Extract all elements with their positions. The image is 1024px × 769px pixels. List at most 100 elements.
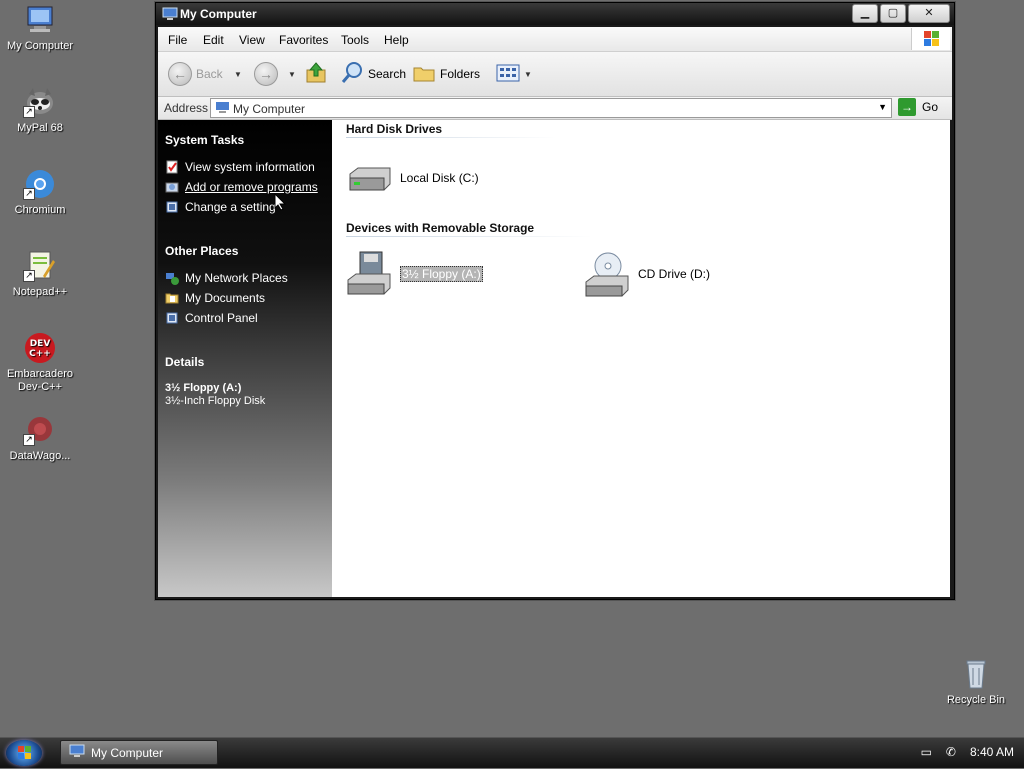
computer-icon [162,7,178,21]
window-title: My Computer [180,7,257,21]
task-add-remove-programs[interactable]: Add or remove programs [165,180,318,194]
start-button[interactable] [6,740,42,766]
cd-drive-icon [584,250,632,298]
drive-label: 3½ Floppy (A:) [400,266,483,282]
drive-local-disk-c[interactable]: Local Disk (C:) [346,154,479,202]
up-button[interactable] [304,61,328,88]
task-pane: System Tasks View system information Add… [158,120,332,597]
forward-dropdown-icon[interactable]: ▼ [288,62,296,86]
add-remove-programs-icon [165,180,179,194]
floppy-drive-icon [346,250,394,298]
close-button[interactable]: ✕ [908,4,950,23]
taskbar-button-label: My Computer [91,745,164,760]
taskbar: My Computer ▭ ✆ 8:40 AM [0,737,1024,768]
desktop-icon-label: My Computer [6,40,74,52]
desktop-icon-chromium[interactable]: ↗ Chromium [0,168,80,217]
toolbar: ← Back ▼ → ▼ Search Folders ▼ [158,52,952,97]
drive-floppy-a[interactable]: 3½ Floppy (A:) [346,250,483,298]
title-bar[interactable]: My Computer ▁ ▢ ✕ [156,3,954,25]
search-label: Search [368,67,407,81]
folder-up-icon [304,61,328,88]
views-button[interactable]: ▼ [496,62,532,86]
shortcut-arrow-icon: ↗ [23,106,35,118]
address-value: My Computer [233,102,306,116]
address-bar: Address My Computer ▼ → Go [158,97,952,120]
go-arrow-icon: → [898,98,916,116]
shortcut-arrow-icon: ↗ [23,188,35,200]
shortcut-arrow-icon: ↗ [23,434,35,446]
forward-arrow-icon: → [254,62,278,86]
go-label: Go [922,100,939,114]
menu-help[interactable]: Help [384,33,409,47]
desktop-icon-my-computer[interactable]: My Computer [0,4,80,53]
folders-icon [412,61,436,88]
place-my-documents[interactable]: My Documents [165,291,265,305]
desktop-icon-label: Notepad++ [12,286,68,298]
search-button[interactable]: Search [340,61,407,86]
my-documents-folder-icon [165,291,179,305]
address-input[interactable]: My Computer ▼ [210,98,892,118]
svg-text:C++: C++ [29,349,51,359]
back-dropdown-icon[interactable]: ▼ [234,62,242,86]
desktop-icon-label: Recycle Bin [946,694,1006,706]
drive-cd-d[interactable]: CD Drive (D:) [584,250,710,298]
system-info-icon [165,160,179,174]
recycle-bin-icon [959,658,993,690]
desktop-icon-mypal[interactable]: ↗ MyPal 68 [0,86,80,135]
system-tray: ▭ ✆ 8:40 AM [921,745,1014,759]
place-my-network-places[interactable]: My Network Places [165,271,288,285]
minimize-button[interactable]: ▁ [852,4,878,23]
devcpp-icon: DEV C++ [23,332,57,364]
desktop-icon-label: Chromium [14,204,66,216]
group-heading-removable-storage: Devices with Removable Storage [346,221,535,235]
drive-label: Local Disk (C:) [400,171,479,185]
menu-favorites[interactable]: Favorites [279,33,328,47]
forward-button[interactable]: → [254,62,278,86]
chromium-icon: ↗ [23,168,57,200]
clock[interactable]: 8:40 AM [970,745,1014,759]
computer-icon [215,101,230,114]
back-button[interactable]: ← Back [168,62,223,86]
group-divider [346,236,592,237]
desktop-icon-devcpp[interactable]: DEV C++ Embarcadero Dev-C++ [0,332,80,394]
menu-view[interactable]: View [239,33,265,47]
details-heading[interactable]: Details [165,355,204,369]
address-label: Address [164,101,209,115]
task-view-system-information[interactable]: View system information [165,160,315,174]
back-arrow-icon: ← [168,62,192,86]
place-control-panel[interactable]: Control Panel [165,311,258,325]
drive-label: CD Drive (D:) [638,267,710,281]
computer-icon [69,744,85,761]
desktop-icon-label: Embarcadero Dev-C++ [6,368,74,393]
mouse-cursor-icon [274,193,286,211]
menu-file[interactable]: File [168,33,187,47]
maximize-button[interactable]: ▢ [880,4,906,23]
group-heading-hard-disk-drives: Hard Disk Drives [346,122,443,136]
desktop-icon-notepadpp[interactable]: ↗ Notepad++ [0,250,80,299]
network-places-icon [165,271,179,285]
computer-icon [23,4,57,36]
notepadpp-icon: ↗ [23,250,57,282]
folders-label: Folders [440,67,481,81]
go-button[interactable]: → Go [898,98,938,116]
windows-logo-icon [18,746,31,759]
folders-button[interactable]: Folders [412,62,480,86]
desktop-icon-label: MyPal 68 [17,122,63,134]
desktop-icon-datawago[interactable]: ↗ DataWago... [0,414,80,463]
taskbar-button-my-computer[interactable]: My Computer [60,740,218,765]
other-places-heading[interactable]: Other Places [165,244,238,258]
desktop-icon-label: DataWago... [9,450,71,462]
menu-edit[interactable]: Edit [203,33,224,47]
desktop-icon-recycle-bin[interactable]: Recycle Bin [936,658,1016,707]
menu-tools[interactable]: Tools [341,33,369,47]
svg-text:DEV: DEV [30,339,51,349]
task-change-a-setting[interactable]: Change a setting [165,200,276,214]
keyboard-icon[interactable]: ▭ [921,745,932,759]
views-grid-icon [496,63,520,86]
system-tasks-heading[interactable]: System Tasks [165,133,244,147]
address-dropdown-icon[interactable]: ▼ [878,102,887,112]
windows-logo-icon [911,28,950,50]
explorer-window: My Computer ▁ ▢ ✕ File Edit View Favorit… [155,2,955,600]
network-status-icon[interactable]: ✆ [946,745,956,759]
menu-bar: File Edit View Favorites Tools Help [158,27,952,52]
